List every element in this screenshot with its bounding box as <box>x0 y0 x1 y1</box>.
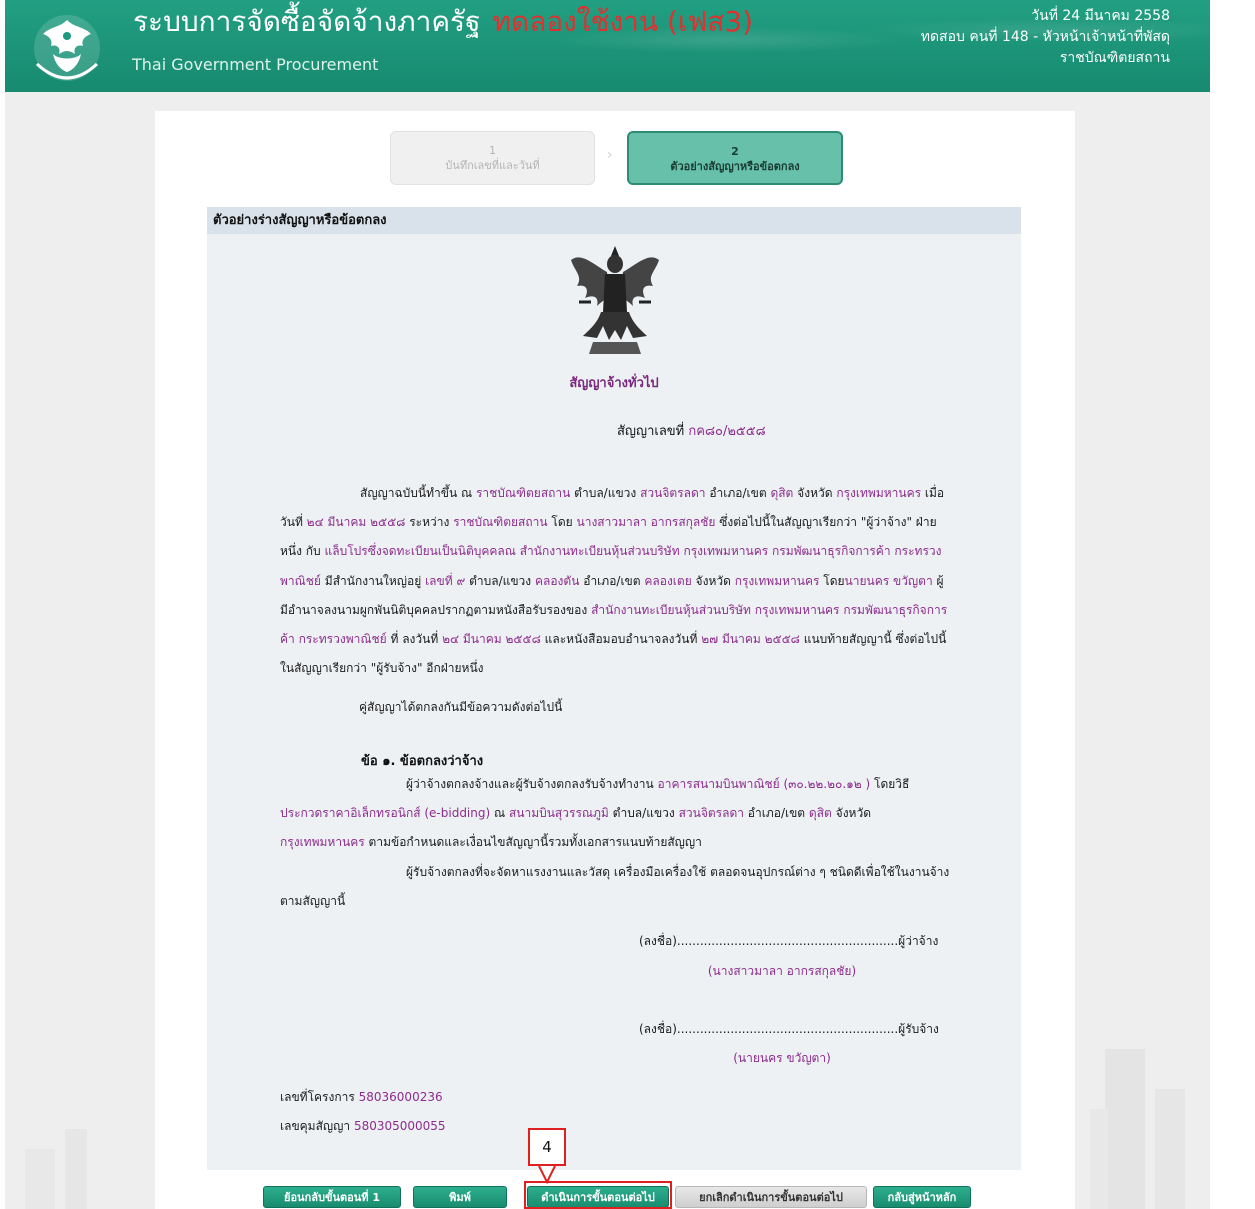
callout-number: 4 <box>528 1128 566 1166</box>
project-number-value: 58036000236 <box>358 1090 443 1104</box>
step-1-label: บันทึกเลขที่และวันที่ <box>445 159 540 172</box>
home-button[interactable]: กลับสู่หน้าหลัก <box>873 1186 971 1208</box>
step-2-label: ตัวอย่างสัญญาหรือข้อตกลง <box>670 160 800 173</box>
project-number-label: เลขที่โครงการ <box>280 1090 355 1104</box>
value-subdistrict: สวนจิตรลดา <box>678 806 744 821</box>
text: ตำบล/แขวง <box>608 806 679 821</box>
text: โดย <box>547 515 577 530</box>
text: โดย <box>819 573 845 588</box>
text: มีสำนักงานใหญ่อยู่ <box>320 573 426 588</box>
trial-label: ทดลองใช้งาน (เฟส3) <box>492 5 754 38</box>
page-frame: ระบบการจัดซื้อจัดจ้างภาครัฐ ทดลองใช้งาน (… <box>5 0 1210 1209</box>
text: อำเภอ/เขต <box>705 486 771 500</box>
text: ตำบล/แขวง <box>465 573 535 588</box>
contractor-name: (นายนคร ขวัญตา) <box>733 1051 831 1065</box>
value-subdistrict: สวนจิตรลดา <box>640 486 706 500</box>
value-address: เลขที่ ๙ <box>425 573 466 588</box>
value-poa-date: ๒๗ มีนาคม ๒๕๕๘ <box>701 632 800 647</box>
agreement-line: คู่สัญญาได้ตกลงกันมีข้อความดังต่อไปนี้ <box>359 700 563 714</box>
control-number-label: เลขคุมสัญญา <box>280 1119 351 1133</box>
step-1[interactable]: 1 บันทึกเลขที่และวันที่ <box>390 131 595 185</box>
text: และหนังสือมอบอำนาจลงวันที่ <box>540 632 702 647</box>
text: อำเภอ/เขต <box>579 573 645 588</box>
contract-document: สัญญาจ้างทั่วไป สัญญาเลขที่ กค๘๐/๒๕๕๘ สั… <box>207 234 1021 1170</box>
contract-paragraph-1: สัญญาฉบับนี้ทำขึ้น ณ ราชบัณฑิตยสถาน ตำบล… <box>280 479 950 683</box>
contract-number-value: กค๘๐/๒๕๕๘ <box>688 424 766 439</box>
value-official: นางสาวมาลา อากรสกุลชัย <box>576 515 716 530</box>
text: ผู้ว่าจ้างตกลงจ้างและผู้รับจ้างตกลงรับจ้… <box>406 777 658 791</box>
value-date: ๒๔ มีนาคม ๒๕๕๘ <box>306 515 406 530</box>
employer-name: (นางสาวมาลา อากรสกุลชัย) <box>707 964 857 978</box>
text: จังหวัด <box>831 806 871 821</box>
step-1-number: 1 <box>489 144 496 157</box>
step-2-number: 2 <box>731 145 739 158</box>
contract-number-label: สัญญาเลขที่ <box>617 424 685 439</box>
current-date: วันที่ 24 มีนาคม 2558 <box>1031 8 1170 24</box>
clause-1-title: ข้อ ๑. ข้อตกลงว่าจ้าง <box>361 754 484 769</box>
value-work: อาคารสนามบินพาณิชย์ (๓๐.๒๒.๒๐.๑๒ ) <box>657 777 871 791</box>
project-number: เลขที่โครงการ 58036000236 <box>280 1088 443 1107</box>
text: ตำบล/แขวง <box>570 486 641 500</box>
contract-number: สัญญาเลขที่ กค๘๐/๒๕๕๘ <box>617 420 766 441</box>
contract-paragraph-2: ผู้ว่าจ้างตกลงจ้างและผู้รับจ้างตกลงรับจ้… <box>280 770 950 858</box>
value-contractor-province: กรุงเทพมหานคร <box>734 573 820 588</box>
content-card: 1 บันทึกเลขที่และวันที่ › 2 ตัวอย่างสัญญ… <box>155 111 1075 1209</box>
user-info: วันที่ 24 มีนาคม 2558 ทดสอบ คนที่ 148 - … <box>921 6 1170 69</box>
section-title: ตัวอย่างร่างสัญญาหรือข้อตกลง <box>207 207 1021 234</box>
text: อำเภอ/เขต <box>743 806 809 821</box>
contractor-role: ผู้รับจ้าง <box>898 1022 939 1036</box>
cancel-next-step-button[interactable]: ยกเลิกดำเนินการขั้นตอนต่อไป <box>675 1186 867 1208</box>
back-step-1-button[interactable]: ย้อนกลับขั้นตอนที่ 1 <box>263 1186 401 1208</box>
sign-prefix: (ลงชื่อ)................................… <box>639 934 899 948</box>
comptroller-logo-icon <box>34 15 100 81</box>
control-number: เลขคุมสัญญา 580305000055 <box>280 1117 446 1136</box>
system-title: ระบบการจัดซื้อจัดจ้างภาครัฐ ทดลองใช้งาน (… <box>133 2 753 42</box>
text: จังหวัด <box>691 573 735 588</box>
text: ณ <box>490 806 509 821</box>
step-2[interactable]: 2 ตัวอย่างสัญญาหรือข้อตกลง <box>627 131 843 185</box>
employer-signature-line: (ลงชื่อ)................................… <box>639 932 938 951</box>
value-province: กรุงเทพมหานคร <box>280 835 365 850</box>
value-district: ดุสิต <box>770 486 794 500</box>
value-cert-date: ๒๔ มีนาคม ๒๕๕๘ <box>442 632 541 647</box>
value-agency: ราชบัณฑิตยสถาน <box>453 515 548 530</box>
value-method: ประกวดราคาอิเล็กทรอนิกส์ (e-bidding) <box>280 806 491 821</box>
text: ตามข้อกำหนดและเงื่อนไขสัญญานี้รวมทั้งเอก… <box>364 835 702 850</box>
step-arrow-icon: › <box>607 147 613 163</box>
value-site: สนามบินสุวรรณภูมิ <box>508 806 609 821</box>
user-org: ราชบัณฑิตยสถาน <box>1059 50 1170 66</box>
callout-highlight <box>524 1181 672 1209</box>
system-subtitle: Thai Government Procurement <box>132 55 379 74</box>
contract-paragraph-3: ผู้รับจ้างตกลงที่จะจัดหาแรงงานและวัสดุ เ… <box>280 865 950 909</box>
system-title-text: ระบบการจัดซื้อจัดจ้างภาครัฐ <box>133 5 481 38</box>
print-button[interactable]: พิมพ์ <box>413 1186 507 1208</box>
text: สัญญาฉบับนี้ทำขึ้น ณ <box>360 486 476 500</box>
text: โดยวิธี <box>870 777 910 791</box>
value-place: ราชบัณฑิตยสถาน <box>475 486 571 500</box>
garuda-emblem-icon <box>571 246 659 354</box>
user-name: ทดสอบ คนที่ 148 - หัวหน้าเจ้าหน้าที่พัสด… <box>920 29 1170 45</box>
value-representative: นายนคร ขวัญตา <box>844 573 933 588</box>
app-header: ระบบการจัดซื้อจัดจ้างภาครัฐ ทดลองใช้งาน (… <box>5 0 1210 92</box>
sign-prefix: (ลงชื่อ)................................… <box>639 1022 899 1036</box>
value-district: ดุสิต <box>808 806 832 821</box>
contractor-signature-line: (ลงชื่อ)................................… <box>639 1020 939 1039</box>
contract-title: สัญญาจ้างทั่วไป <box>569 376 659 391</box>
control-number-value: 580305000055 <box>353 1119 446 1133</box>
text: ระหว่าง <box>405 515 454 530</box>
value-province: กรุงเทพมหานคร <box>836 486 922 500</box>
text: จังหวัด <box>793 486 837 500</box>
employer-role: ผู้ว่าจ้าง <box>898 934 939 948</box>
value-contractor-subdistrict: คลองตัน <box>534 573 580 588</box>
text: ที่ ลงวันที่ <box>386 632 443 647</box>
value-contractor-district: คลองเตย <box>644 573 692 588</box>
